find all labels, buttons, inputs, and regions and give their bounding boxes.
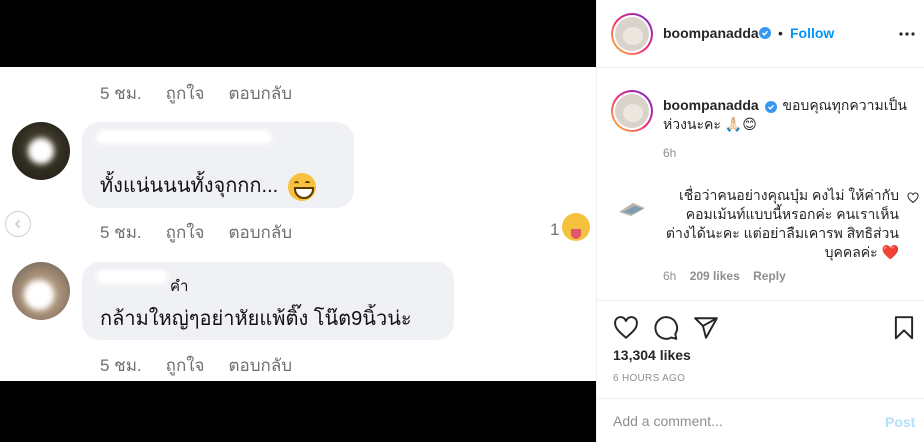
comment-meta-row: 5 ชม. ถูกใจ ตอบกลับ bbox=[100, 80, 316, 107]
commenter-avatar bbox=[12, 122, 70, 180]
header-username[interactable]: boompanadda bbox=[663, 25, 759, 41]
caption-time: 6h bbox=[663, 146, 677, 160]
caption: boompanadda ขอบคุณทุกความเป็นห่วงนะคะ 🙏🏻… bbox=[663, 96, 913, 134]
post-sidebar: boompanadda • Follow boompanadda ขอบคุณท… bbox=[596, 0, 924, 442]
verified-badge-icon bbox=[759, 27, 771, 39]
comment-reply-link: ตอบกลับ bbox=[228, 356, 293, 375]
likes-count[interactable]: 13,304 likes bbox=[613, 347, 691, 363]
add-comment-bar: Post bbox=[597, 398, 924, 442]
commenter-avatar bbox=[12, 262, 70, 320]
comment-time: 5 ชม. bbox=[100, 84, 142, 103]
comment-icon[interactable] bbox=[653, 315, 679, 341]
more-horizontal-icon[interactable] bbox=[897, 24, 917, 44]
comment-time: 6h bbox=[663, 269, 677, 283]
comment-like-link: ถูกใจ bbox=[165, 356, 205, 375]
tongue-face-emoji bbox=[562, 213, 590, 241]
comment-input[interactable] bbox=[613, 411, 863, 431]
blurred-name bbox=[96, 270, 168, 284]
bookmark-icon[interactable] bbox=[891, 315, 917, 341]
comment-reply-link: ตอบกลับ bbox=[228, 223, 293, 242]
commenter-name: คำ bbox=[170, 278, 189, 295]
reaction-count: 1 bbox=[550, 220, 560, 239]
comment-text: กล้ามใหญ่ๆอย่าหัยแพ้ติ๊ง โน๊ต9นิ้วน่ะ bbox=[100, 308, 412, 330]
comment-like-link: ถูกใจ bbox=[165, 84, 205, 103]
comment-meta: 6h 209 likes Reply bbox=[663, 269, 786, 283]
caption-username[interactable]: boompanadda bbox=[663, 97, 759, 113]
commenter-avatar[interactable] bbox=[615, 190, 649, 224]
comment-likes[interactable]: 209 likes bbox=[690, 269, 740, 283]
post-header: boompanadda • Follow bbox=[597, 0, 924, 68]
comment-bubble: ทั้งแน่นนนทั้งจุกกก... bbox=[82, 122, 354, 208]
comment-bubble: คำ กล้ามใหญ่ๆอย่าหัยแพ้ติ๊ง โน๊ต9นิ้วน่ะ bbox=[82, 262, 454, 340]
caption-avatar[interactable] bbox=[611, 90, 653, 132]
comment-like-link: ถูกใจ bbox=[165, 223, 205, 242]
comment-meta-row: 5 ชม. ถูกใจ ตอบกลับ bbox=[100, 219, 316, 246]
post-actions: 13,304 likes 6 HOURS AGO bbox=[597, 300, 924, 398]
heart-icon[interactable] bbox=[613, 315, 639, 341]
comment-text: เชื่อว่าคนอย่างคุณบุ๋ม คงไม่ ให้ค่ากับคอ… bbox=[665, 187, 899, 260]
comment-meta-row: 5 ชม. ถูกใจ ตอบกลับ bbox=[100, 352, 316, 379]
comment-time: 5 ชม. bbox=[100, 223, 142, 242]
comment-reply-link: ตอบกลับ bbox=[228, 84, 293, 103]
heart-outline-icon[interactable] bbox=[907, 192, 919, 204]
verified-badge-icon bbox=[764, 101, 777, 113]
comment-screenshot: 5 ชม. ถูกใจ ตอบกลับ ทั้งแน่นนนทั้งจุกกก.… bbox=[0, 67, 596, 381]
separator: • bbox=[778, 25, 783, 41]
comment-text: ทั้งแน่นนนทั้งจุกกก... bbox=[100, 175, 279, 197]
carousel-prev-button[interactable] bbox=[5, 211, 31, 237]
chevron-left-icon bbox=[14, 219, 21, 229]
post-button[interactable]: Post bbox=[885, 414, 915, 430]
grinning-face-emoji bbox=[287, 172, 316, 201]
comment-reply-button[interactable]: Reply bbox=[753, 269, 786, 283]
blurred-name bbox=[96, 130, 272, 144]
post-timestamp[interactable]: 6 HOURS AGO bbox=[613, 373, 685, 384]
post-media[interactable]: 5 ชม. ถูกใจ ตอบกลับ ทั้งแน่นนนทั้งจุกกก.… bbox=[0, 0, 596, 442]
follow-button[interactable]: Follow bbox=[790, 25, 834, 41]
comment-time: 5 ชม. bbox=[100, 356, 142, 375]
avatar[interactable] bbox=[611, 13, 653, 55]
share-icon[interactable] bbox=[693, 315, 719, 341]
